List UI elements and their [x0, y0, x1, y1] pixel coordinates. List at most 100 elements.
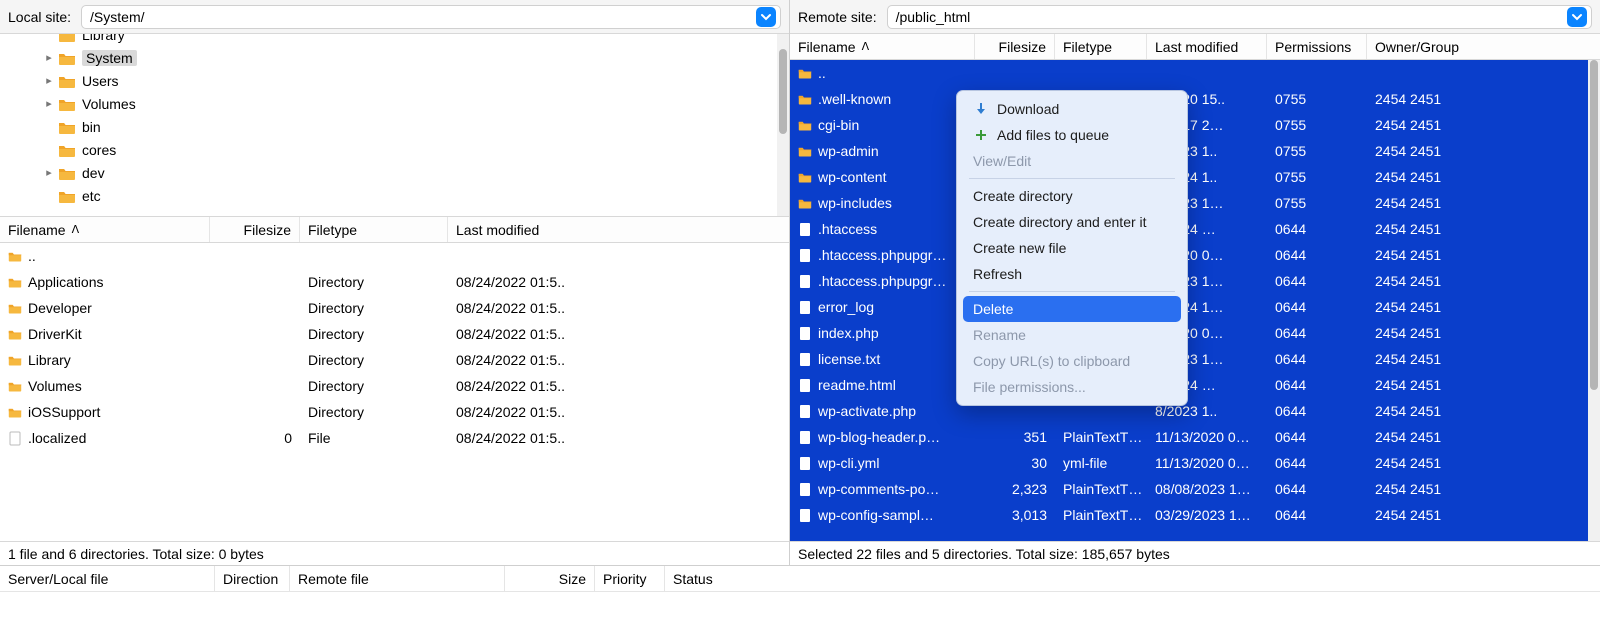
file-icon: [798, 273, 812, 289]
list-item[interactable]: readme.html0/2024 …06442454 2451: [790, 372, 1600, 398]
tree-item-label: Library: [82, 34, 125, 43]
queue-col-serverfile[interactable]: Server/Local file: [0, 566, 215, 591]
list-item[interactable]: LibraryDirectory08/24/2022 01:5..: [0, 347, 789, 373]
menu-item[interactable]: Create directory: [963, 183, 1181, 209]
context-menu[interactable]: DownloadAdd files to queueView/EditCreat…: [956, 90, 1188, 406]
tree-item-label: System: [82, 50, 137, 66]
folder-icon: [798, 195, 812, 211]
list-item[interactable]: .htaccess8/2024 …06442454 2451: [790, 216, 1600, 242]
list-item[interactable]: .htaccess.phpupgr…7/2020 0…06442454 2451: [790, 242, 1600, 268]
menu-item: File permissions...: [963, 374, 1181, 400]
file-icon: [798, 351, 812, 367]
menu-item[interactable]: Download: [963, 96, 1181, 122]
expand-toggle-icon[interactable]: ▸: [42, 97, 56, 110]
folder-icon: [58, 120, 76, 134]
remote-path-combo[interactable]: /public_html: [887, 5, 1592, 29]
file-name: cgi-bin: [818, 117, 859, 133]
remote-col-filesize[interactable]: Filesize: [975, 34, 1055, 59]
folder-icon: [798, 117, 812, 133]
file-type: Directory: [300, 352, 448, 368]
tree-item[interactable]: Library: [0, 34, 789, 46]
menu-item[interactable]: Delete: [963, 296, 1181, 322]
file-permissions: 0755: [1267, 91, 1367, 107]
list-item[interactable]: wp-comments-po…2,323PlainTextT…08/08/202…: [790, 476, 1600, 502]
remote-col-lastmod[interactable]: Last modified: [1147, 34, 1267, 59]
tree-item[interactable]: ▸dev: [0, 161, 789, 184]
expand-toggle-icon[interactable]: ▸: [42, 166, 56, 179]
tree-item[interactable]: etc: [0, 184, 789, 207]
queue-col-remotefile[interactable]: Remote file: [290, 566, 505, 591]
list-item[interactable]: ApplicationsDirectory08/24/2022 01:5..: [0, 269, 789, 295]
file-type: Directory: [300, 326, 448, 342]
scrollbar-thumb[interactable]: [779, 49, 787, 134]
menu-item[interactable]: Create new file: [963, 235, 1181, 261]
queue-col-status[interactable]: Status: [665, 566, 755, 591]
list-item[interactable]: DeveloperDirectory08/24/2022 01:5..: [0, 295, 789, 321]
local-path-combo[interactable]: /System/: [81, 5, 781, 29]
file-permissions: 0755: [1267, 117, 1367, 133]
file-modified: 08/24/2022 01:5..: [448, 430, 598, 446]
tree-item[interactable]: ▸ Users: [0, 69, 789, 92]
list-item[interactable]: wp-content8/2024 1..07552454 2451: [790, 164, 1600, 190]
remote-file-list[interactable]: ...well-known2/2020 15..07552454 2451cgi…: [790, 60, 1600, 541]
remote-col-filename[interactable]: Filenameᐱ: [790, 34, 975, 59]
file-modified: 11/13/2020 0…: [1147, 455, 1267, 471]
list-item[interactable]: wp-includes7/2023 1…07552454 2451: [790, 190, 1600, 216]
tree-item[interactable]: bin: [0, 115, 789, 138]
list-item[interactable]: wp-cli.yml30yml-file11/13/2020 0…0644245…: [790, 450, 1600, 476]
file-owner: 2454 2451: [1367, 169, 1477, 185]
list-item[interactable]: wp-config-sampl…3,013PlainTextT…03/29/20…: [790, 502, 1600, 528]
list-item[interactable]: ..: [790, 60, 1600, 86]
tree-item-label: Users: [82, 73, 119, 89]
list-item[interactable]: wp-activate.php8/2023 1..06442454 2451: [790, 398, 1600, 424]
queue-col-direction[interactable]: Direction: [215, 566, 290, 591]
tree-item[interactable]: cores: [0, 138, 789, 161]
list-item[interactable]: error_log7/2024 1…06442454 2451: [790, 294, 1600, 320]
list-item[interactable]: VolumesDirectory08/24/2022 01:5..: [0, 373, 789, 399]
queue-col-size[interactable]: Size: [505, 566, 595, 591]
folder-icon: [798, 65, 812, 81]
remote-col-filetype[interactable]: Filetype: [1055, 34, 1147, 59]
local-list-header[interactable]: Filenameᐱ Filesize Filetype Last modifie…: [0, 217, 789, 243]
menu-item[interactable]: Add files to queue: [963, 122, 1181, 148]
menu-item[interactable]: Refresh: [963, 261, 1181, 287]
list-item[interactable]: cgi-bin2/2017 2…07552454 2451: [790, 112, 1600, 138]
list-item[interactable]: .localized0File08/24/2022 01:5..: [0, 425, 789, 451]
file-permissions: 0644: [1267, 273, 1367, 289]
remote-path-dropdown-button[interactable]: [1567, 7, 1587, 27]
file-name: wp-config-sampl…: [818, 507, 934, 523]
scrollbar[interactable]: [777, 34, 789, 216]
local-col-filetype[interactable]: Filetype: [300, 217, 448, 242]
scrollbar-thumb[interactable]: [1590, 60, 1598, 390]
list-item[interactable]: wp-admin8/2023 1..07552454 2451: [790, 138, 1600, 164]
file-modified: 11/13/2020 0…: [1147, 429, 1267, 445]
file-name: error_log: [818, 299, 874, 315]
expand-toggle-icon[interactable]: ▸: [42, 74, 56, 87]
tree-item[interactable]: ▸ System: [0, 46, 789, 69]
local-path-dropdown-button[interactable]: [756, 7, 776, 27]
queue-col-priority[interactable]: Priority: [595, 566, 665, 591]
transfer-queue[interactable]: Server/Local file Direction Remote file …: [0, 565, 1600, 625]
local-col-filesize[interactable]: Filesize: [210, 217, 300, 242]
menu-item[interactable]: Create directory and enter it: [963, 209, 1181, 235]
local-col-lastmod[interactable]: Last modified: [448, 217, 598, 242]
scrollbar[interactable]: [1588, 60, 1600, 541]
list-item[interactable]: license.txt7/2023 1…06442454 2451: [790, 346, 1600, 372]
list-item[interactable]: .well-known2/2020 15..07552454 2451: [790, 86, 1600, 112]
local-col-filename[interactable]: Filenameᐱ: [0, 217, 210, 242]
list-item[interactable]: .htaccess.phpupgr…7/2023 1…06442454 2451: [790, 268, 1600, 294]
expand-toggle-icon[interactable]: ▸: [42, 51, 56, 64]
list-item[interactable]: index.php7/2020 0…06442454 2451: [790, 320, 1600, 346]
tree-item[interactable]: ▸Volumes: [0, 92, 789, 115]
file-icon: [798, 377, 812, 393]
remote-col-owner[interactable]: Owner/Group: [1367, 34, 1477, 59]
list-item[interactable]: ..: [0, 243, 789, 269]
list-item[interactable]: iOSSupportDirectory08/24/2022 01:5..: [0, 399, 789, 425]
list-item[interactable]: wp-blog-header.p…351PlainTextT…11/13/202…: [790, 424, 1600, 450]
remote-col-permissions[interactable]: Permissions: [1267, 34, 1367, 59]
local-file-list[interactable]: ..ApplicationsDirectory08/24/2022 01:5..…: [0, 243, 789, 541]
local-directory-tree[interactable]: Library ▸ System ▸ Users ▸Volumesbincores▸dev…: [0, 34, 789, 217]
remote-list-header[interactable]: Filenameᐱ Filesize Filetype Last modifie…: [790, 34, 1600, 60]
list-item[interactable]: DriverKitDirectory08/24/2022 01:5..: [0, 321, 789, 347]
file-owner: 2454 2451: [1367, 91, 1477, 107]
